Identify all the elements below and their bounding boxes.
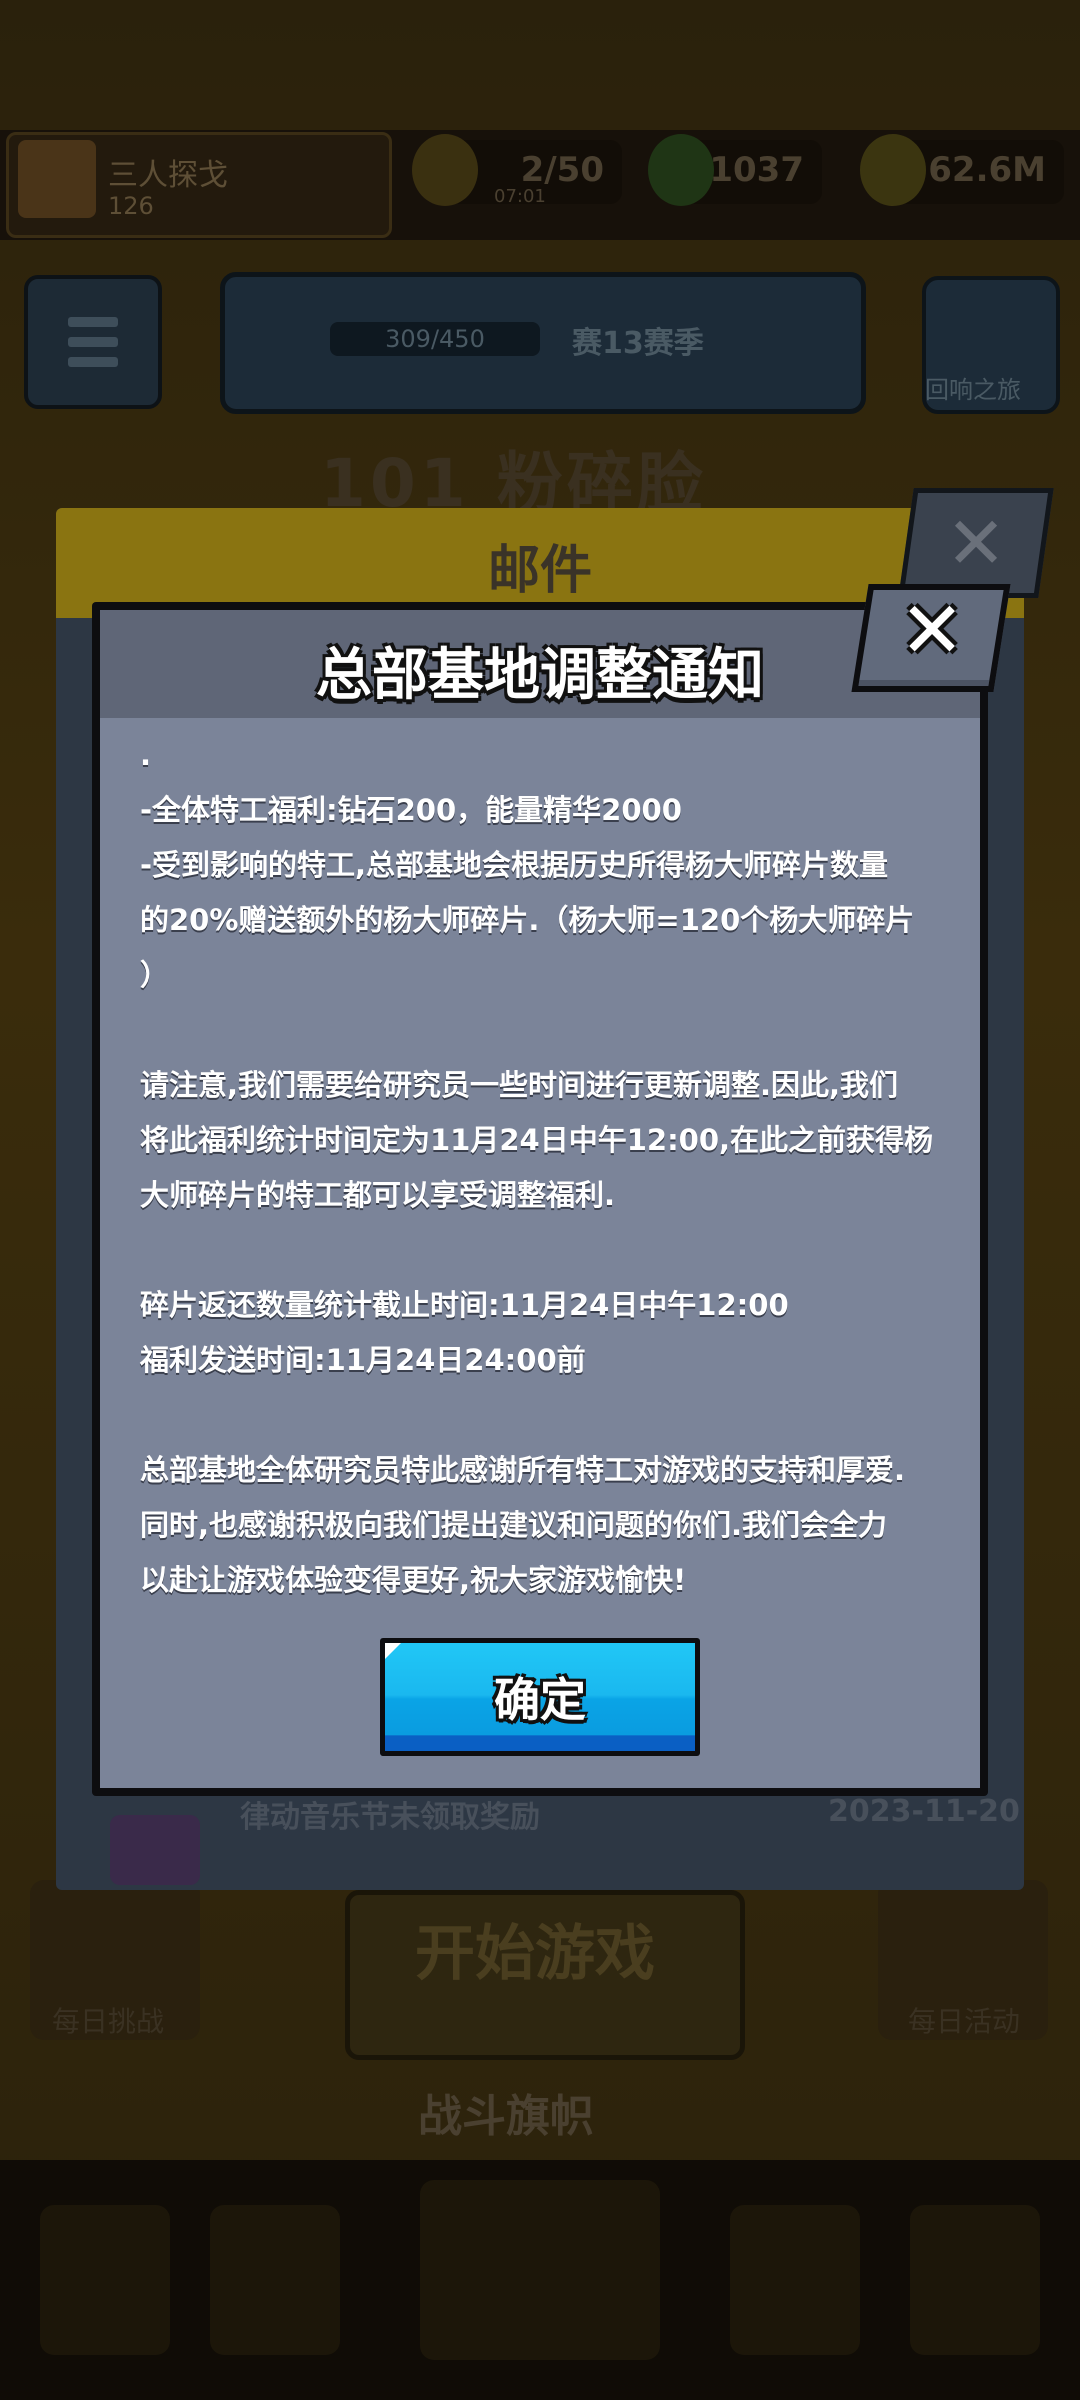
mail-row-date: 2023-11-20 [828, 1794, 1020, 1829]
announcement-text: . -全体特工福利:钻石200，能量精华2000 -受到影响的特工,总部基地会根据历… [140, 728, 940, 1608]
player-level: 126 [108, 192, 154, 220]
player-name: 三人探戈 [108, 158, 228, 193]
nav-tab-events [910, 2205, 1040, 2355]
close-icon: ✕ [945, 501, 1007, 585]
gem-resource: 1037 [648, 134, 822, 206]
season-label: 赛13赛季 [572, 326, 704, 361]
energy-icon [412, 134, 478, 206]
rank-panel [220, 272, 866, 414]
battle-flag-label: 战斗旗帜 [418, 2091, 594, 2142]
avatar [18, 140, 96, 218]
announcement-line [140, 1223, 940, 1278]
announcement-line: . [140, 738, 152, 772]
coin-icon [860, 134, 926, 206]
dialog-body: 总部基地调整通知 . -全体特工福利:钻石200，能量精华2000 -受到影响的特工… [100, 610, 980, 1788]
dialog-close-button[interactable]: ✕ [851, 584, 1011, 692]
energy-resource: 2/50 07:01 [412, 134, 622, 207]
confirm-button-label: 确定 [494, 1673, 586, 1727]
nav-tab-battle [420, 2180, 660, 2360]
announcement-line: -受到影响的特工,总部基地会根据历史所得杨大师碎片数量 [140, 848, 889, 882]
daily-challenge-label: 每日挑战 [52, 2005, 165, 2038]
mail-close-button: ✕ [898, 488, 1054, 598]
rank-progress: 309/450 [330, 322, 540, 356]
announcement-line: -全体特工福利:钻石200，能量精华2000 [140, 793, 682, 827]
announcement-line: 的20%赠送额外的杨大师碎片.（杨大师=120个杨大师碎片 [140, 903, 915, 937]
announcement-line: 以赴让游戏体验变得更好,祝大家游戏愉快! [140, 1563, 687, 1597]
nav-tab-club [730, 2205, 860, 2355]
announcement-line: 碎片返还数量统计截止时间:11月24日中午12:00 [140, 1288, 789, 1322]
announcement-line: ） [140, 958, 170, 992]
nav-tab-shop [40, 2205, 170, 2355]
announcement-line: 请注意,我们需要给研究员一些时间进行更新调整.因此,我们 [140, 1068, 899, 1102]
shield-label: 回响之旅 [925, 376, 1021, 404]
announcement-line: 总部基地全体研究员特此感谢所有特工对游戏的支持和厚爱. [140, 1453, 906, 1487]
announcement-dialog: 总部基地调整通知 . -全体特工福利:钻石200，能量精华2000 -受到影响的特工… [92, 602, 988, 1796]
start-game-label: 开始游戏 [415, 1919, 655, 1989]
close-icon: ✕ [899, 586, 965, 676]
announcement-line: 大师碎片的特工都可以享受调整福利. [140, 1178, 616, 1212]
gem-icon [648, 134, 714, 206]
announcement-line: 将此福利统计时间定为11月24日中午12:00,在此之前获得杨 [140, 1123, 934, 1157]
mail-row-title: 律动音乐节未领取奖励 [240, 1800, 540, 1835]
confirm-button[interactable]: 确定 [380, 1638, 700, 1756]
nav-tab-team [210, 2205, 340, 2355]
announcement-line [140, 1388, 940, 1443]
coin-resource: 62.6M [860, 134, 1064, 206]
announcement-line: 同时,也感谢积极向我们提出建议和问题的你们.我们会全力 [140, 1508, 888, 1542]
announcement-line: 福利发送时间:11月24日24:00前 [140, 1343, 586, 1377]
dialog-title: 总部基地调整通知 [316, 643, 764, 708]
gift-icon [110, 1815, 200, 1885]
dialog-header: 总部基地调整通知 [100, 610, 980, 718]
announcement-line [140, 1003, 940, 1058]
menu-button [24, 275, 162, 409]
daily-event-label: 每日活动 [908, 2005, 1021, 2038]
